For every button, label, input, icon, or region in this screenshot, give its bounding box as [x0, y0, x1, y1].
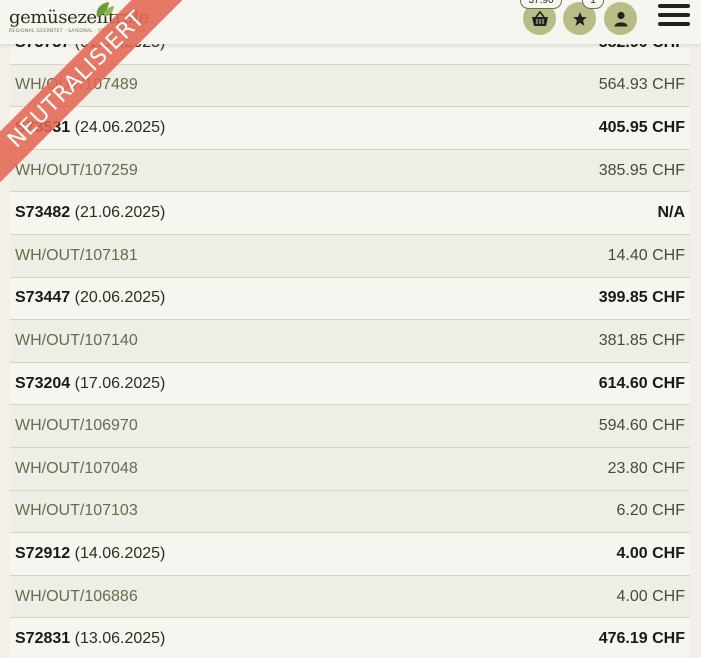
row-reference: WH/OUT/107181 [15, 247, 138, 265]
menu-icon[interactable] [658, 4, 690, 32]
account-button[interactable] [604, 2, 637, 35]
order-number[interactable]: S73204 [15, 375, 70, 392]
delivery-reference[interactable]: WH/OUT/106970 [15, 417, 138, 434]
delivery-row[interactable]: WH/OUT/107181 14.40 CHF [10, 234, 690, 278]
order-date: (14.06.2025) [74, 544, 166, 562]
order-row[interactable]: S72912 (14.06.2025) 4.00 CHF [10, 533, 690, 576]
row-amount: N/A [657, 204, 685, 222]
order-date: (21.06.2025) [74, 204, 166, 222]
order-row[interactable]: S73204 (17.06.2025) 614.60 CHF [10, 362, 690, 406]
row-reference: WH/OUT/107048 [15, 460, 138, 478]
order-number[interactable]: S73447 [15, 289, 70, 306]
row-amount: 476.19 CHF [598, 630, 685, 648]
row-amount: 23.80 CHF [607, 459, 685, 477]
cart-button[interactable]: 37.90 [520, 0, 562, 35]
order-row[interactable]: S73482 (21.06.2025) N/A [10, 192, 690, 235]
leaf-icon [96, 2, 114, 17]
user-icon [614, 11, 627, 26]
delivery-reference[interactable]: WH/OUT/107140 [15, 332, 138, 349]
delivery-row[interactable]: WH/OUT/107259 385.95 CHF [10, 149, 690, 193]
row-amount: 385.95 CHF [598, 161, 685, 179]
order-row[interactable]: S73447 (20.06.2025) 399.85 CHF [10, 277, 690, 321]
order-number[interactable]: S72912 [15, 545, 70, 562]
row-amount: 614.60 CHF [598, 374, 685, 392]
row-reference: S72912 (14.06.2025) [15, 545, 165, 563]
order-row[interactable]: S73531 (24.06.2025)405.95 CHF [10, 107, 690, 150]
row-amount: 381.85 CHF [598, 331, 685, 349]
row-reference: WH/OUT/107140 [15, 332, 138, 350]
order-date: (17.06.2025) [74, 374, 166, 392]
delivery-reference[interactable]: WH/OUT/107259 [15, 162, 138, 179]
delivery-reference[interactable]: WH/OUT/106886 [15, 588, 138, 605]
row-reference: WH/OUT/107259 [15, 162, 138, 180]
row-amount: 399.85 CHF [598, 289, 685, 307]
row-amount: 14.40 CHF [607, 246, 685, 264]
row-reference: WH/OUT/106970 [15, 417, 138, 435]
row-reference: WH/OUT/106886 [15, 588, 138, 606]
row-amount: 594.60 CHF [598, 417, 685, 435]
basket-icon [531, 10, 548, 26]
favorites-button[interactable]: 1 [563, 0, 604, 35]
order-history-list: S73737 (01.07.2025)582.90 CHFWH/OUT/1074… [10, 22, 690, 658]
row-reference: S73482 (21.06.2025) [15, 204, 165, 222]
row-reference: WH/OUT/107103 [15, 502, 138, 520]
order-date: (13.06.2025) [74, 630, 166, 648]
row-reference: S73447 (20.06.2025) [15, 289, 165, 307]
order-number[interactable]: S73482 [15, 204, 70, 221]
delivery-reference[interactable]: WH/OUT/107048 [15, 460, 138, 477]
row-reference: S72831 (13.06.2025) [15, 630, 165, 648]
delivery-row[interactable]: WH/OUT/107048 23.80 CHF [10, 447, 690, 491]
star-icon [572, 11, 587, 26]
row-amount: 6.20 CHF [616, 502, 685, 520]
order-row[interactable]: S72831 (13.06.2025) 476.19 CHF [10, 618, 690, 658]
order-date: (24.06.2025) [74, 118, 166, 136]
row-amount: 4.00 CHF [616, 544, 685, 562]
delivery-row[interactable]: WH/OUT/107140 381.85 CHF [10, 320, 690, 363]
delivery-row[interactable]: WH/OUT/107103 6.20 CHF [10, 490, 690, 534]
delivery-row[interactable]: WH/OUT/107489564.93 CHF [10, 64, 690, 108]
favorites-badge: 1 [582, 0, 604, 9]
delivery-reference[interactable]: WH/OUT/107181 [15, 247, 138, 264]
row-amount: 564.93 CHF [598, 76, 685, 94]
order-date: (20.06.2025) [74, 289, 166, 307]
delivery-row[interactable]: WH/OUT/106886 4.00 CHF [10, 575, 690, 619]
order-number[interactable]: S72831 [15, 630, 70, 647]
delivery-reference[interactable]: WH/OUT/107103 [15, 502, 138, 519]
row-amount: 405.95 CHF [598, 118, 685, 136]
row-amount: 4.00 CHF [616, 587, 685, 605]
row-reference: S73204 (17.06.2025) [15, 375, 165, 393]
cart-badge: 37.90 [520, 0, 562, 9]
delivery-row[interactable]: WH/OUT/106970 594.60 CHF [10, 405, 690, 448]
